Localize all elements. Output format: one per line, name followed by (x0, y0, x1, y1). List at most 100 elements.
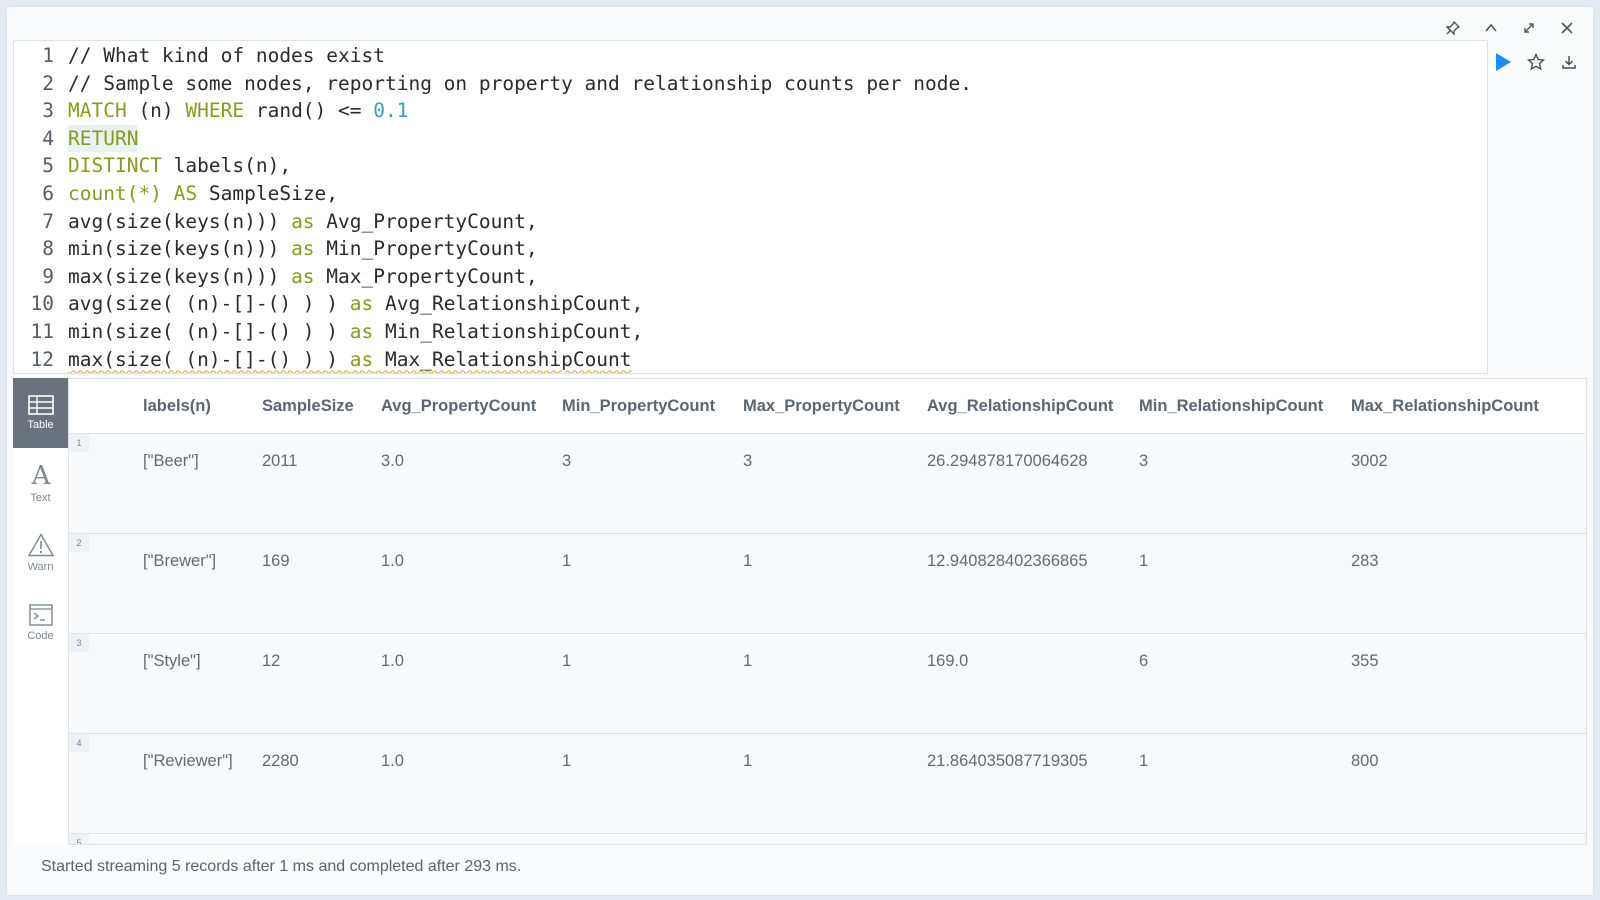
code-line[interactable]: 3 MATCH (n) WHERE rand() <= 0.1 (14, 97, 1487, 125)
line-number: 2 (42, 71, 54, 95)
row-index-cell: 3 (69, 633, 143, 734)
code-token: Max_RelationshipCount (373, 347, 632, 371)
table-header-row: labels(n) SampleSize Avg_PropertyCount M… (69, 379, 1586, 434)
table-cell: 169.0 (927, 633, 1139, 734)
table-cell: 21.864035087719305 (927, 733, 1139, 834)
code-token: RETURN (68, 124, 139, 153)
code-token: (n) (126, 99, 186, 123)
column-header: Min_RelationshipCount (1139, 379, 1351, 434)
warning-icon (27, 533, 54, 557)
close-icon[interactable] (1551, 13, 1583, 43)
view-table-label: Table (27, 419, 54, 431)
table-cell: 1 (562, 633, 743, 734)
view-table-button[interactable]: Table (13, 378, 68, 448)
table-cell: 2011 (262, 433, 381, 534)
view-text-button[interactable]: A Text (13, 448, 68, 518)
table-cell: 2280 (262, 733, 381, 834)
frame-toolbar (1437, 13, 1583, 43)
index-header (69, 379, 143, 434)
query-editor[interactable]: 1 // What kind of nodes exist 2 // Sample s… (13, 40, 1488, 374)
result-table: labels(n) SampleSize Avg_PropertyCount M… (69, 379, 1586, 844)
column-header: Max_RelationshipCount (1351, 379, 1586, 434)
table-icon (27, 395, 54, 415)
table-cell: 169 (262, 533, 381, 634)
code-token: 0.1 (373, 99, 409, 123)
table-cell: 800 (1351, 733, 1586, 834)
table-cell: ["Style"] (143, 633, 262, 734)
code-line[interactable]: 1 // What kind of nodes exist (14, 42, 1487, 70)
table-cell: 2.003583549799962 (927, 833, 1139, 844)
download-icon[interactable] (1553, 40, 1586, 84)
table-cell: 7 (743, 833, 927, 844)
view-warn-label: Warn (27, 561, 54, 573)
line-number: 1 (42, 44, 54, 67)
code-line[interactable]: 10 avg(size( (n)-[]-() ) ) as Avg_Relatio… (14, 290, 1487, 318)
code-token: min(size( (n)-[]-() ) ) (68, 319, 350, 343)
table-cell: 6 (1351, 833, 1586, 844)
table-cell: 7 (562, 833, 743, 844)
column-header: Avg_PropertyCount (381, 379, 562, 434)
code-line[interactable]: 5 DISTINCT labels(n), (14, 152, 1487, 180)
code-line[interactable]: 7 avg(size(keys(n))) as Avg_PropertyCount… (14, 208, 1487, 236)
code-line[interactable]: 9 max(size(keys(n))) as Max_PropertyCount… (14, 263, 1487, 291)
table-cell: ["Brewer"] (143, 533, 262, 634)
status-message: Started streaming 5 records after 1 ms a… (41, 858, 522, 875)
text-icon: A (30, 462, 51, 488)
table-cell: 12 (262, 633, 381, 734)
view-switcher: Table A Text Warn Code (13, 378, 68, 845)
expand-icon[interactable] (1513, 13, 1545, 43)
code-line[interactable]: 12 max(size( (n)-[]-() ) ) as Max_Relatio… (14, 346, 1487, 373)
code-token: as (349, 319, 374, 343)
table-row: 2 ["Brewer"] 169 1.0 1 1 12.940828402366865 1 28… (69, 533, 1586, 634)
code-line[interactable]: 4 RETURN (14, 124, 1487, 153)
table-row: 5["Review"]527417.0772.00358354979996226 (69, 833, 1586, 844)
code-line[interactable]: 8 min(size(keys(n))) as Min_PropertyCount… (14, 235, 1487, 263)
favorite-star-icon[interactable] (1519, 40, 1552, 84)
table-cell: 12.940828402366865 (927, 533, 1139, 634)
line-number: 8 (42, 237, 54, 261)
table-cell: 1.0 (381, 733, 562, 834)
code-token: as (349, 347, 374, 371)
code-token: as (349, 292, 374, 316)
code-token: WHERE (185, 99, 245, 123)
column-header: Avg_RelationshipCount (927, 379, 1139, 434)
view-code-label: Code (27, 630, 54, 642)
line-number: 12 (30, 347, 54, 371)
line-number: 9 (42, 264, 54, 288)
column-header: SampleSize (262, 379, 381, 434)
run-button[interactable] (1486, 40, 1519, 84)
code-token: as (291, 237, 315, 261)
view-text-label: Text (30, 492, 51, 504)
collapse-up-icon[interactable] (1475, 13, 1507, 43)
code-token: labels(n), (161, 154, 292, 178)
row-index-cell: 1 (69, 433, 143, 534)
line-number: 10 (30, 292, 54, 316)
table-cell: 283 (1351, 533, 1586, 634)
view-warn-button[interactable]: Warn (13, 518, 68, 588)
table-cell: 52741 (262, 833, 381, 844)
table-cell: ["Review"] (143, 833, 262, 844)
table-cell: 3 (1139, 433, 1351, 534)
table-cell: 1 (1139, 533, 1351, 634)
table-cell: 1 (743, 633, 927, 734)
table-cell: 1 (1139, 733, 1351, 834)
view-code-button[interactable]: Code (13, 588, 68, 658)
row-index: 2 (69, 534, 89, 552)
code-token: max(size( (n)-[]-() ) ) (68, 347, 350, 371)
code-token: Min_PropertyCount, (314, 237, 538, 261)
code-line[interactable]: 11 min(size( (n)-[]-() ) ) as Min_Relatio… (14, 318, 1487, 346)
table-cell: 3.0 (381, 433, 562, 534)
line-number: 6 (42, 181, 54, 205)
code-token: SampleSize, (197, 181, 339, 205)
row-index-cell: 5 (69, 833, 143, 844)
pin-icon[interactable] (1437, 13, 1469, 43)
code-line[interactable]: 6 count(*) AS SampleSize, (14, 180, 1487, 208)
code-line[interactable]: 2 // Sample some nodes, reporting on prop… (14, 70, 1487, 98)
code-token: Avg_PropertyCount, (314, 209, 538, 233)
table-row: 4 ["Reviewer"] 2280 1.0 1 1 21.864035087719305… (69, 733, 1586, 834)
code-token: Avg_RelationshipCount, (373, 292, 644, 316)
code-token: Min_RelationshipCount, (373, 319, 644, 343)
table-cell: ["Reviewer"] (143, 733, 262, 834)
code-token: as (291, 209, 315, 233)
